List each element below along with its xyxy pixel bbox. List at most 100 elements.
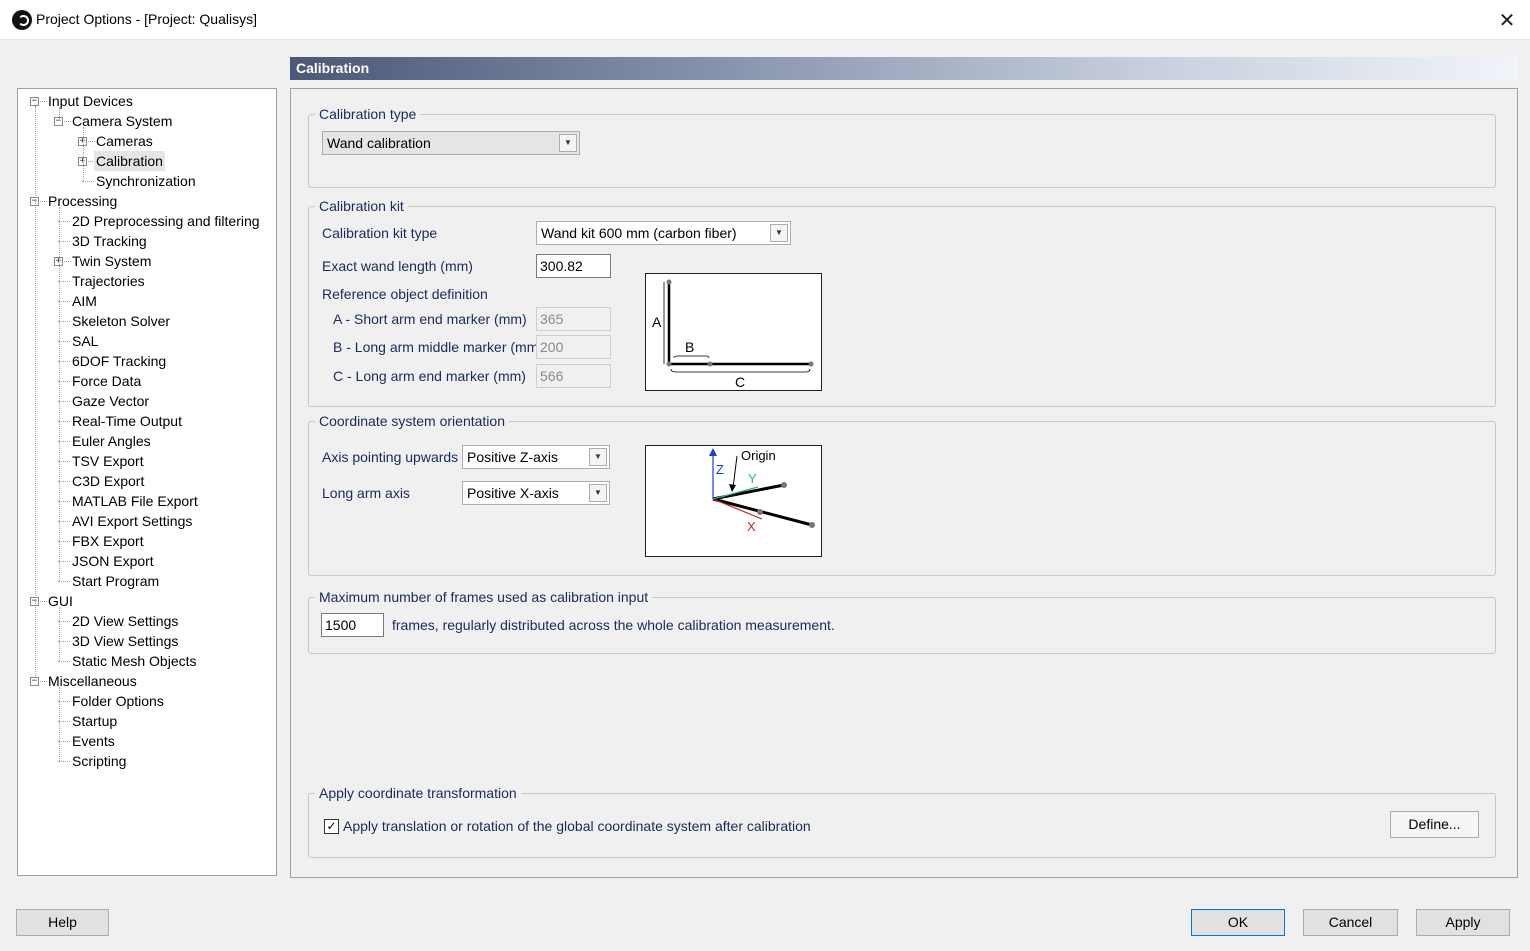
tree-item-label: Force Data [72, 373, 142, 389]
tree-item[interactable]: − GUI [18, 591, 273, 611]
reference-definition-label: Reference object definition [322, 286, 488, 302]
tree-item-label: Skeleton Solver [72, 313, 171, 329]
tree-item[interactable]: − Input Devices [18, 91, 273, 111]
tree-item[interactable]: + Cameras [18, 131, 273, 151]
chevron-down-icon[interactable]: ▼ [589, 448, 607, 466]
tree-item[interactable]: 3D View Settings [18, 631, 273, 651]
tree-item[interactable]: Trajectories [18, 271, 273, 291]
dropdown-value: Positive Z-axis [467, 449, 559, 465]
ok-button[interactable]: OK [1191, 909, 1285, 936]
max-frames-input[interactable]: 1500 [321, 613, 384, 637]
options-tree: − Input Devices − Camera System + Cameras + Cal… [17, 88, 277, 876]
tree-item[interactable]: Synchronization [18, 171, 273, 191]
collapse-icon[interactable]: − [30, 97, 39, 106]
kit-type-label: Calibration kit type [322, 225, 438, 241]
coordinate-diagram: Origin Z Y X [645, 445, 822, 557]
tree-item[interactable]: − Miscellaneous [18, 671, 273, 691]
tree-item-label: Processing [48, 193, 118, 209]
diagram-label-a: A [652, 314, 662, 330]
group-title: Calibration type [315, 105, 421, 123]
tree-item[interactable]: AVI Export Settings [18, 511, 273, 531]
tree-item[interactable]: Force Data [18, 371, 273, 391]
diagram-label-c: C [735, 374, 745, 390]
group-title: Maximum number of frames used as calibra… [315, 588, 653, 606]
a-marker-input: 365 [536, 307, 611, 331]
tree-item[interactable]: Euler Angles [18, 431, 273, 451]
tree-item-label: Camera System [72, 113, 173, 129]
tree-item-label: 3D View Settings [72, 633, 179, 649]
origin-label: Origin [741, 448, 776, 463]
help-button[interactable]: Help [16, 909, 109, 936]
tree-item-label: Static Mesh Objects [72, 653, 197, 669]
tree-item[interactable]: + Calibration [18, 151, 273, 171]
wand-length-input[interactable]: 300.82 [536, 254, 611, 278]
tree-item-label: MATLAB File Export [72, 493, 198, 509]
long-arm-axis-dropdown[interactable]: Positive X-axis ▼ [462, 481, 610, 505]
coordinate-orientation-group: Coordinate system orientation Axis point… [308, 412, 1496, 576]
tree-item-label: Gaze Vector [72, 393, 150, 409]
apply-button[interactable]: Apply [1416, 909, 1510, 936]
apply-transform-checkbox[interactable]: ✓ [324, 819, 339, 834]
tree-item[interactable]: 2D Preprocessing and filtering [18, 211, 273, 231]
tree-item[interactable]: Static Mesh Objects [18, 651, 273, 671]
tree-item[interactable]: Gaze Vector [18, 391, 273, 411]
group-title: Apply coordinate transformation [315, 784, 521, 802]
tree-connector [82, 181, 94, 182]
tree-item[interactable]: − Processing [18, 191, 273, 211]
tree-item[interactable]: AIM [18, 291, 273, 311]
long-arm-axis-label: Long arm axis [322, 485, 410, 501]
tree-connector [58, 761, 70, 762]
tree-item[interactable]: Scripting [18, 751, 273, 771]
chevron-down-icon[interactable]: ▼ [770, 224, 788, 242]
close-icon[interactable]: ✕ [1484, 0, 1530, 40]
tree-item-label: 3D Tracking [72, 233, 147, 249]
tree-item-label: 2D Preprocessing and filtering [72, 213, 260, 229]
tree-item-label: AVI Export Settings [72, 513, 193, 529]
tree-item-label: Trajectories [72, 273, 145, 289]
tree-item-label: JSON Export [72, 553, 154, 569]
tree-item[interactable]: JSON Export [18, 551, 273, 571]
y-axis-label: Y [748, 471, 757, 486]
collapse-icon[interactable]: − [30, 677, 39, 686]
tree-item-label: SAL [72, 333, 99, 349]
content-panel: Calibration type Wand calibration ▼ Cali… [290, 88, 1518, 878]
max-frames-suffix: frames, regularly distributed across the… [392, 617, 835, 633]
cancel-button[interactable]: Cancel [1303, 909, 1398, 936]
tree-item-label: C3D Export [72, 473, 145, 489]
tree-item[interactable]: Start Program [18, 571, 273, 591]
calibration-type-dropdown[interactable]: Wand calibration ▼ [322, 131, 580, 155]
b-marker-label: B - Long arm middle marker (mm) [333, 339, 544, 355]
apply-transform-label: Apply translation or rotation of the glo… [343, 818, 811, 834]
calibration-kit-group: Calibration kit Calibration kit type Wan… [308, 197, 1496, 407]
tree-item[interactable]: SAL [18, 331, 273, 351]
tree-item[interactable]: Folder Options [18, 691, 273, 711]
tree-item[interactable]: C3D Export [18, 471, 273, 491]
kit-type-dropdown[interactable]: Wand kit 600 mm (carbon fiber) ▼ [536, 221, 791, 245]
tree-item[interactable]: − Camera System [18, 111, 273, 131]
tree-item[interactable]: Skeleton Solver [18, 311, 273, 331]
tree-item-label: FBX Export [72, 533, 144, 549]
tree-item[interactable]: MATLAB File Export [18, 491, 273, 511]
tree-item[interactable]: + Twin System [18, 251, 273, 271]
tree-item[interactable]: Startup [18, 711, 273, 731]
dropdown-value: Wand kit 600 mm (carbon fiber) [541, 225, 737, 241]
tree-guide-line [59, 107, 60, 121]
tree-item[interactable]: FBX Export [18, 531, 273, 551]
chevron-down-icon[interactable]: ▼ [559, 134, 577, 152]
diagram-label-b: B [685, 339, 694, 355]
tree-item[interactable]: Real-Time Output [18, 411, 273, 431]
tree-item[interactable]: TSV Export [18, 451, 273, 471]
tree-item[interactable]: 3D Tracking [18, 231, 273, 251]
axis-up-dropdown[interactable]: Positive Z-axis ▼ [462, 445, 610, 469]
tree-guide-line [59, 207, 60, 581]
section-header: Calibration [290, 57, 1518, 80]
reference-object-diagram: A B C [645, 273, 822, 391]
tree-item-label: Scripting [72, 753, 127, 769]
tree-item[interactable]: Events [18, 731, 273, 751]
define-button[interactable]: Define... [1390, 811, 1479, 838]
tree-item-label: Cameras [96, 133, 153, 149]
calibration-type-group: Calibration type Wand calibration ▼ [308, 105, 1496, 188]
tree-item[interactable]: 2D View Settings [18, 611, 273, 631]
chevron-down-icon[interactable]: ▼ [589, 484, 607, 502]
tree-item[interactable]: 6DOF Tracking [18, 351, 273, 371]
